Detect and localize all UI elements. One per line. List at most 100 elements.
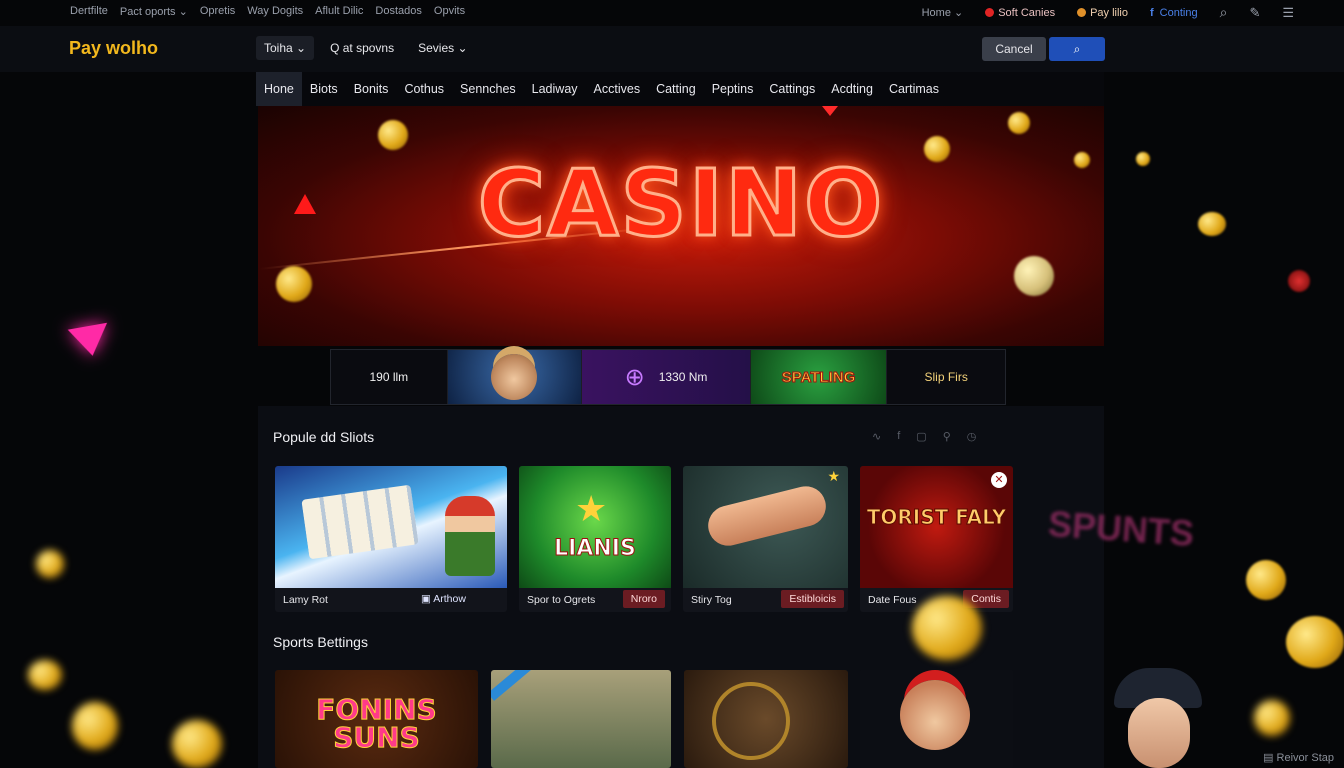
utility-link[interactable]: Way Dogits — [247, 5, 303, 18]
utility-link[interactable]: Pact oports ⌄ — [120, 5, 188, 18]
tab-ladiway[interactable]: Ladiway — [524, 72, 586, 106]
tab-hone[interactable]: Hone — [256, 72, 302, 106]
pen-icon[interactable]: ✎ — [1249, 5, 1260, 21]
slot-card-caption: Date Fous — [868, 594, 917, 606]
coin-decor — [28, 660, 62, 690]
hero-title: CASINO — [476, 149, 885, 259]
menu-icon[interactable]: ☰ — [1282, 5, 1294, 21]
tab-catting[interactable]: Catting — [648, 72, 704, 106]
slot-art-title: LIANIS — [554, 536, 637, 562]
site-logo[interactable]: Pay wolho — [69, 38, 158, 59]
cowboy-image — [491, 354, 538, 400]
search-icon[interactable]: ⌕ — [1220, 4, 1228, 21]
sports-bettings-title: Sports Bettings — [273, 634, 368, 650]
slot-art-title: TORIST FALY — [866, 505, 1007, 529]
footer-note[interactable]: ▤ Reivor Stap — [1263, 751, 1334, 764]
sports-thumbnail — [491, 670, 671, 768]
coin-decor — [1286, 616, 1344, 668]
sports-card[interactable] — [684, 670, 848, 768]
coin-decor — [912, 596, 982, 660]
slot-thumbnail: TORIST FALY ✕ — [860, 466, 1013, 588]
sports-card[interactable] — [491, 670, 671, 768]
slot-thumbnail: ★ — [683, 466, 848, 588]
main-header: Pay wolho Toiha ⌄ Q at spovns Sevies ⌄ C… — [0, 26, 1344, 72]
tab-peptins[interactable]: Peptins — [704, 72, 762, 106]
red-dot-icon — [985, 7, 995, 17]
nav-spovns[interactable]: Q at spovns — [322, 36, 402, 60]
link-icon[interactable]: ⚲ — [943, 430, 951, 443]
slot-card-tag[interactable]: ▣ Arthow — [413, 590, 474, 608]
image-icon: ▣ — [421, 593, 434, 605]
tab-sennches[interactable]: Sennches — [452, 72, 524, 106]
search-button[interactable]: ⌕ — [1049, 37, 1105, 61]
close-badge-icon[interactable]: ✕ — [991, 472, 1007, 488]
strip-item[interactable]: Slip Firs — [887, 350, 1005, 404]
slot-card-tag[interactable]: Estibloicis — [781, 590, 844, 608]
nav-dropdown-sevies[interactable]: Sevies ⌄ — [410, 36, 475, 60]
strip-item-spatling[interactable]: SPATLING — [750, 350, 888, 404]
tab-acdting[interactable]: Acdting — [823, 72, 881, 106]
chat-icon: ▤ — [1263, 752, 1277, 764]
utility-link[interactable]: Dertfilte — [70, 5, 108, 18]
red-chip-decor — [1288, 270, 1310, 292]
soft-games-link[interactable]: Soft Canies — [985, 7, 1055, 19]
coin-decor — [1008, 112, 1030, 134]
utility-links: Dertfilte Pact oports ⌄ Opretis Way Dogi… — [70, 5, 465, 18]
tab-bonits[interactable]: Bonits — [346, 72, 397, 106]
category-tabs: Hone Biots Bonits Cothus Sennches Ladiwa… — [256, 72, 1104, 106]
coin-decor — [1254, 700, 1290, 736]
utility-link[interactable]: Opretis — [200, 5, 235, 18]
popular-slots-title: Popule dd Sliots — [273, 429, 375, 445]
clock-icon[interactable]: ◷ — [967, 430, 977, 443]
slot-card-caption: Stiry Tog — [691, 594, 732, 606]
utility-link[interactable]: Dostados — [375, 5, 421, 18]
tab-cartimas[interactable]: Cartimas — [881, 72, 947, 106]
home-dropdown[interactable]: Home ⌄ — [922, 6, 964, 19]
slot-thumbnail — [275, 466, 507, 588]
coin-decor — [1198, 212, 1226, 236]
slot-card[interactable]: TORIST FALY ✕ Date Fous Contis — [860, 466, 1013, 612]
pay-link[interactable]: Pay lilio — [1077, 7, 1128, 19]
star-icon: ★ — [575, 488, 608, 529]
slot-card-caption: Lamy Rot — [283, 594, 328, 606]
facebook-link[interactable]: f Conting — [1150, 7, 1198, 19]
sports-art-title: FONINS SUNS — [316, 693, 437, 754]
search-icon: ⌕ — [1073, 42, 1081, 56]
facebook-icon[interactable]: f — [897, 430, 900, 443]
header-nav: Toiha ⌄ Q at spovns Sevies ⌄ — [256, 36, 476, 60]
cancel-button[interactable]: Cancel — [982, 37, 1046, 61]
slot-card[interactable]: ★ LIANIS Spor to Ogrets Nroro — [519, 466, 671, 612]
sports-card[interactable]: FONINS SUNS — [275, 670, 478, 768]
strip-logo: SPATLING — [781, 368, 856, 386]
tab-cothus[interactable]: Cothus — [396, 72, 452, 106]
avatar-icon — [1077, 7, 1087, 17]
jester-graphic — [900, 680, 970, 750]
strip-item[interactable]: ⊕ 1330 Nm — [582, 350, 751, 404]
pink-triangle-decor — [67, 322, 113, 360]
sports-thumbnail — [860, 670, 1013, 768]
nav-dropdown-toiha[interactable]: Toiha ⌄ — [256, 36, 315, 60]
strip-item-cowboy[interactable] — [447, 350, 583, 404]
sports-thumbnail: FONINS SUNS — [275, 670, 478, 768]
wave-icon[interactable]: ∿ — [872, 430, 881, 443]
coin-decor — [1014, 256, 1054, 296]
hero-banner[interactable]: CASINO — [258, 106, 1104, 346]
reel-graphic — [301, 484, 419, 560]
coin-decor — [72, 702, 118, 750]
coin-decor — [1136, 152, 1150, 166]
character-graphic — [445, 496, 495, 576]
slot-card-tag[interactable]: Nroro — [622, 590, 665, 608]
slot-card[interactable]: ★ Stiry Tog Estibloicis — [683, 466, 848, 612]
square-icon[interactable]: ▢ — [916, 430, 926, 443]
sports-card[interactable] — [860, 670, 1013, 768]
star-badge-icon: ★ — [827, 468, 840, 484]
utility-link[interactable]: Aflult Dilic — [315, 5, 363, 18]
sports-thumbnail — [684, 670, 848, 768]
utility-link[interactable]: Opvits — [434, 5, 465, 18]
tab-acctives[interactable]: Acctives — [586, 72, 649, 106]
strip-item[interactable]: 190 llm — [331, 350, 448, 404]
slot-card[interactable]: Lamy Rot ▣ Arthow — [275, 466, 507, 612]
hand-graphic — [703, 482, 831, 550]
tab-cattings[interactable]: Cattings — [761, 72, 823, 106]
tab-biots[interactable]: Biots — [302, 72, 346, 106]
